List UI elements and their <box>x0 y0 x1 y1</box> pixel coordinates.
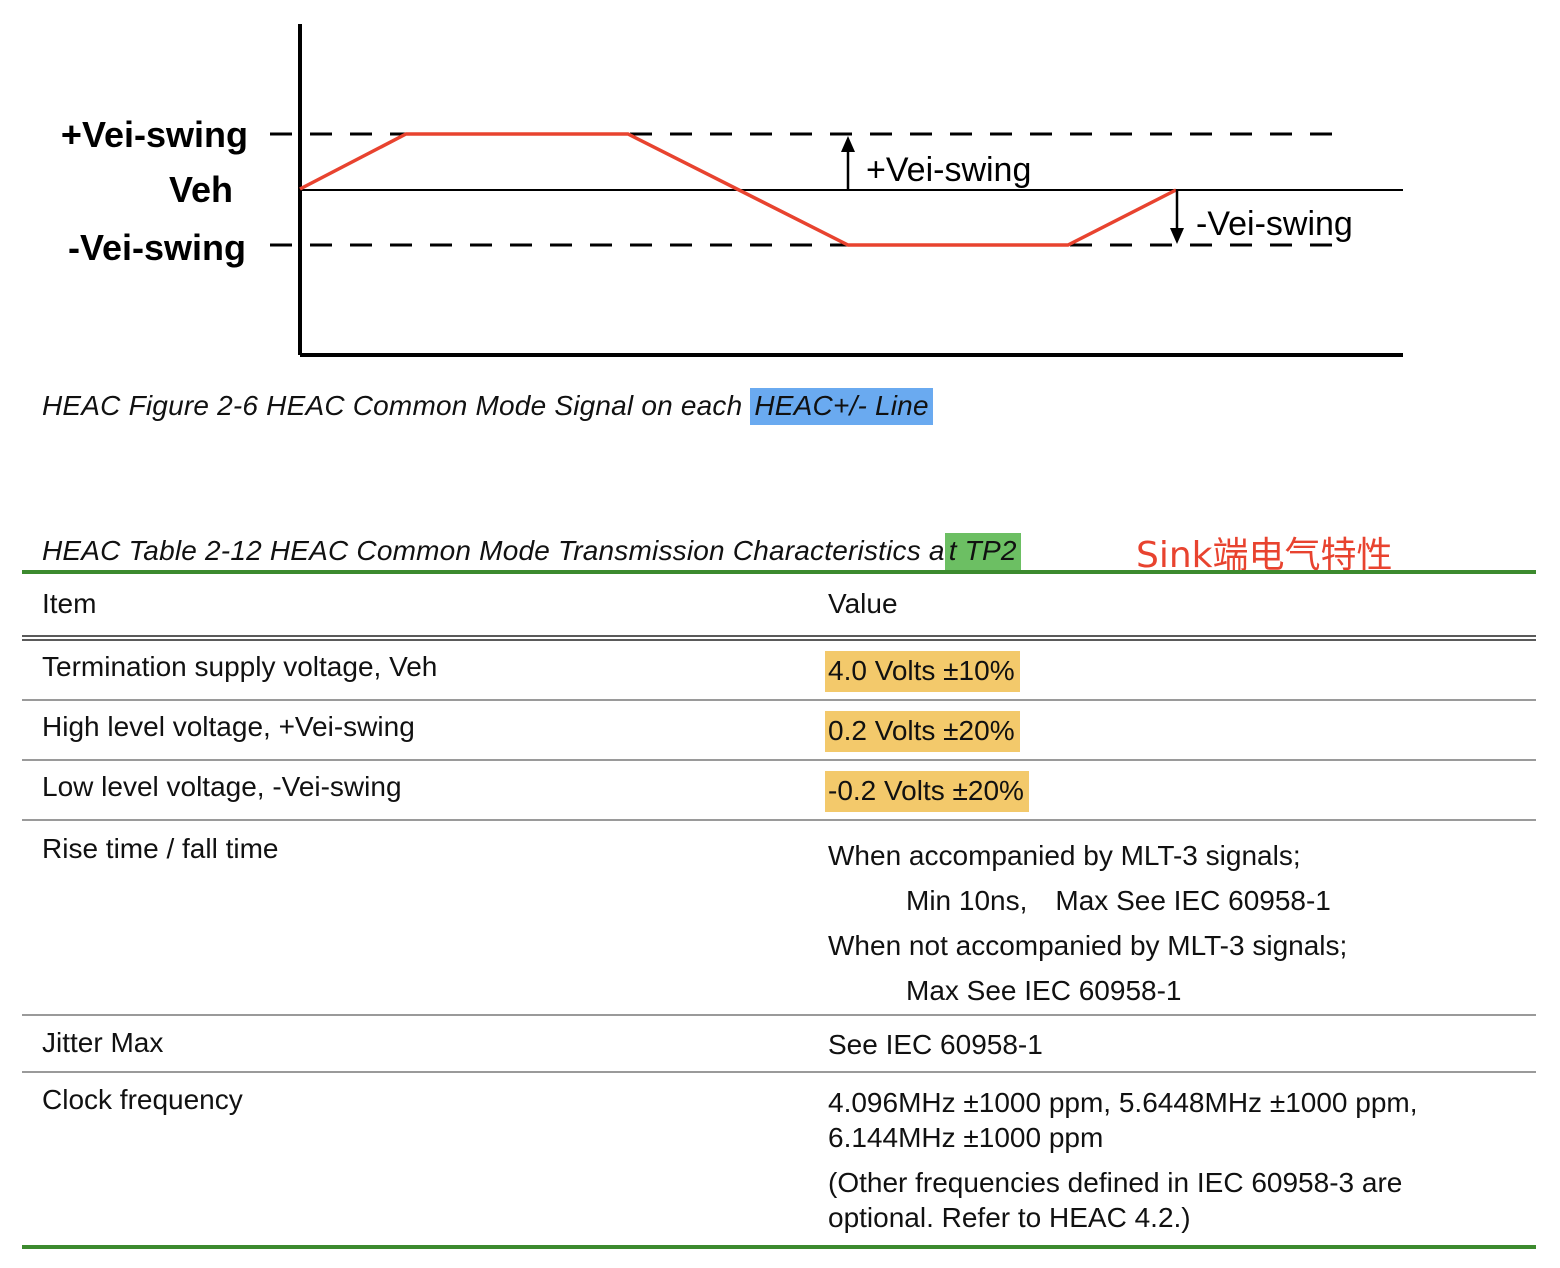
table-row: Clock frequency 4.096MHz ±1000 ppm, 5.64… <box>22 1073 1536 1245</box>
row-value: 4.0 Volts ±10% <box>825 651 1020 692</box>
table-caption: HEAC Table 2-12 HEAC Common Mode Transmi… <box>42 533 1021 570</box>
row-item: Clock frequency <box>42 1084 243 1115</box>
table-row: Low level voltage, -Vei-swing -0.2 Volts… <box>22 761 1536 821</box>
arrow-down-icon <box>1170 228 1184 244</box>
value-highlight: -0.2 Volts ±20% <box>825 771 1029 812</box>
value-line: 6.144MHz ±1000 ppm <box>828 1122 1104 1153</box>
value-line: When accompanied by MLT-3 signals; <box>828 840 1301 871</box>
common-mode-signal-diagram: +Vei-swing Veh -Vei-swing +Vei-swing -Ve… <box>61 24 1403 357</box>
table-row: High level voltage, +Vei-swing 0.2 Volts… <box>22 701 1536 761</box>
table-caption-highlight: t TP2 <box>944 533 1021 570</box>
row-value: 4.096MHz ±1000 ppm, 5.6448MHz ±1000 ppm,… <box>828 1085 1418 1235</box>
row-item: High level voltage, +Vei-swing <box>42 711 415 742</box>
arrow-up-icon <box>841 136 855 152</box>
value-highlight: 4.0 Volts ±10% <box>825 651 1020 692</box>
row-value: -0.2 Volts ±20% <box>825 771 1029 812</box>
figure-caption: HEAC Figure 2-6 HEAC Common Mode Signal … <box>42 388 933 425</box>
minus-swing-annotation: -Vei-swing <box>1196 205 1353 243</box>
value-highlight: 0.2 Volts ±20% <box>825 711 1020 752</box>
row-item: Jitter Max <box>42 1027 164 1058</box>
row-value: 0.2 Volts ±20% <box>825 711 1020 752</box>
table-header-row: Item Value <box>22 574 1536 641</box>
row-value: When accompanied by MLT-3 signals; Min 1… <box>828 833 1347 1013</box>
figure-caption-text: HEAC Figure 2-6 HEAC Common Mode Signal … <box>42 390 751 421</box>
header-value: Value <box>828 588 898 619</box>
table-row: Jitter Max See IEC 60958-1 <box>22 1016 1536 1073</box>
table-row: Termination supply voltage, Veh 4.0 Volt… <box>22 641 1536 701</box>
value-line: 4.096MHz ±1000 ppm, 5.6448MHz ±1000 ppm, <box>828 1087 1418 1118</box>
minus-swing-label: -Vei-swing <box>68 227 246 268</box>
table-caption-text: HEAC Table 2-12 HEAC Common Mode Transmi… <box>42 535 945 566</box>
value-line: optional. Refer to HEAC 4.2.) <box>828 1202 1191 1233</box>
value-line: When not accompanied by MLT-3 signals; <box>828 930 1348 961</box>
value-line: Max See IEC 60958-1 <box>906 975 1182 1006</box>
plus-swing-label: +Vei-swing <box>61 114 248 155</box>
row-item: Rise time / fall time <box>42 833 279 864</box>
veh-label: Veh <box>169 169 233 210</box>
plus-swing-annotation: +Vei-swing <box>866 151 1031 189</box>
row-item: Low level voltage, -Vei-swing <box>42 771 402 802</box>
table-row: Rise time / fall time When accompanied b… <box>22 821 1536 1016</box>
header-item: Item <box>42 588 97 619</box>
figure-caption-highlight: HEAC+/- Line <box>750 388 933 425</box>
row-value: See IEC 60958-1 <box>828 1029 1043 1060</box>
value-line: (Other frequencies defined in IEC 60958-… <box>828 1167 1403 1198</box>
value-line: Min 10ns, Max See IEC 60958-1 <box>906 885 1331 916</box>
characteristics-table: Item Value Termination supply voltage, V… <box>22 570 1536 1249</box>
row-item: Termination supply voltage, Veh <box>42 651 438 682</box>
